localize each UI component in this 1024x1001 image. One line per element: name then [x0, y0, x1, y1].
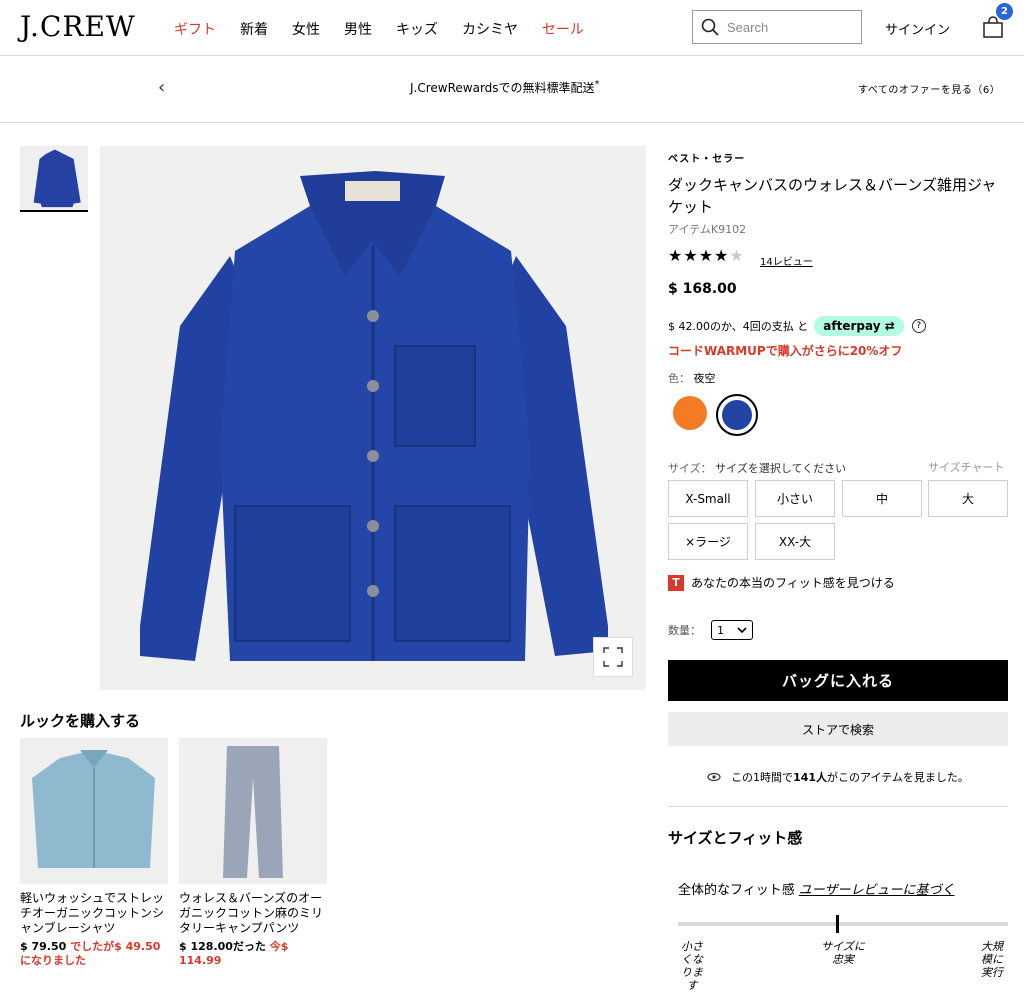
viewed-count: 141人 [793, 771, 828, 784]
search-input[interactable]: Search [727, 20, 768, 35]
afterpay-info: $ 42.00のか、4回の支払 と afterpay ⇄ ? [668, 316, 926, 336]
jacket-thumbnail-image [33, 149, 81, 208]
viewed-count-info: この1時間で 141人 がこのアイテムを見ました。 [668, 769, 1008, 785]
look-item-shirt[interactable]: 軽いウォッシュでストレッチオーガニックコットンシャンブレーシャツ $ 79.50… [20, 738, 168, 968]
color-swatch-navy[interactable] [722, 400, 752, 430]
look-item-image[interactable] [20, 738, 168, 884]
afterpay-logo[interactable]: afterpay ⇄ [814, 316, 904, 336]
star-rating[interactable]: ★★★★★ [668, 246, 745, 265]
chevron-left-icon[interactable]: ‹ [158, 77, 165, 98]
help-icon[interactable]: ? [911, 319, 926, 333]
look-item-price-was: $ 79.50 [20, 940, 67, 953]
pants-image [223, 746, 283, 878]
reviews-link[interactable]: 14レビュー [760, 253, 813, 268]
nav-item-new[interactable]: 新着 [240, 19, 268, 39]
user-reviews-link[interactable]: ユーザーレビューに基づく [799, 883, 955, 898]
nav-item-men[interactable]: 男性 [344, 19, 372, 39]
size-fit-title: サイズとフィット感 [668, 829, 803, 847]
expand-icon [603, 647, 623, 667]
look-item-price: $ 128.00だった 今$ 114.99 [179, 940, 327, 968]
nav-item-cashmere[interactable]: カシミヤ [462, 19, 518, 39]
star-icon: ★ [683, 246, 699, 265]
overall-fit-label: 全体的なフィット感 [678, 883, 795, 898]
quantity-row: 数量： 1 [668, 620, 753, 640]
afterpay-text: $ 42.00のか、4回の支払 と [668, 320, 809, 333]
all-offers-link[interactable]: すべてのオファーを見る（6） [858, 81, 1000, 96]
search-icon [701, 18, 719, 36]
quantity-label: 数量： [668, 624, 701, 637]
promo-message[interactable]: J.CrewRewardsでの無料標準配送* [410, 79, 600, 96]
size-button-xl[interactable]: ×ラージ [668, 523, 748, 560]
look-item-name[interactable]: 軽いウォッシュでストレッチオーガニックコットンシャンブレーシャツ [20, 891, 168, 936]
quantity-select[interactable]: 1 [711, 620, 753, 640]
main-nav: ギフト 新着 女性 男性 キッズ カシミヤ セール [174, 19, 608, 39]
divider [668, 806, 1008, 807]
size-button-s[interactable]: 小さい [755, 480, 835, 517]
fit-label-small: 小さくなります [681, 940, 703, 992]
star-empty-icon: ★ [729, 246, 745, 265]
shirt-image [32, 750, 155, 868]
bestseller-badge: ベスト・セラー [668, 154, 746, 165]
color-swatch-orange[interactable] [673, 396, 707, 430]
fit-finder-text: あなたの本当のフィット感を見つける [691, 576, 895, 590]
star-icon: ★ [668, 246, 684, 265]
top-header: J.CREW ギフト 新着 女性 男性 キッズ カシミヤ セール Search … [0, 0, 1024, 56]
star-icon: ★ [714, 246, 730, 265]
search-box[interactable]: Search [692, 10, 862, 44]
jacket-image [140, 171, 608, 661]
look-item-price-was: $ 128.00だった [179, 940, 266, 953]
logo[interactable]: J.CREW [20, 10, 136, 43]
item-number: アイテムK9102 [668, 223, 747, 236]
look-item-pants[interactable]: ウォレス＆バーンズのオーガニックコットン麻のミリタリーキャンプパンツ $ 128… [179, 738, 327, 968]
nav-item-women[interactable]: 女性 [292, 19, 320, 39]
viewed-pre: この1時間で [731, 771, 794, 784]
expand-image-button[interactable] [593, 637, 633, 677]
promo-bar: ‹ J.CrewRewardsでの無料標準配送* すべてのオファーを見る（6） [0, 57, 1024, 123]
nav-item-sale[interactable]: セール [542, 19, 584, 39]
product-price: $ 168.00 [668, 281, 737, 297]
size-button-m[interactable]: 中 [842, 480, 922, 517]
viewed-post: がこのアイテムを見ました。 [827, 771, 969, 784]
look-item-name[interactable]: ウォレス＆バーンズのオーガニックコットン麻のミリタリーキャンプパンツ [179, 891, 327, 936]
size-button-l[interactable]: 大 [928, 480, 1008, 517]
chevron-down-icon [737, 626, 747, 633]
promo-text: J.CrewRewardsでの無料標準配送 [410, 81, 595, 95]
nav-item-kids[interactable]: キッズ [396, 19, 438, 39]
fit-label-large: 大規模に実行 [981, 940, 1003, 979]
nav-item-gift[interactable]: ギフト [174, 19, 216, 39]
size-chart-link[interactable]: サイズチャート [928, 459, 1005, 475]
star-icon: ★ [698, 246, 715, 265]
eye-icon [707, 772, 721, 782]
bag-count-badge: 2 [996, 3, 1013, 20]
add-to-bag-button[interactable]: バッグに入れる [668, 660, 1008, 701]
size-prompt: サイズを選択してください [715, 462, 847, 475]
quantity-value: 1 [717, 623, 724, 637]
fit-scale-track [678, 922, 1008, 926]
promo-asterisk: * [594, 79, 600, 90]
product-main-image[interactable] [100, 146, 646, 690]
size-button-xs[interactable]: X-Small [668, 480, 748, 517]
size-button-xxl[interactable]: XX-大 [755, 523, 835, 560]
look-item-image[interactable] [179, 738, 327, 884]
fit-scale-marker [836, 915, 839, 933]
look-item-price: $ 79.50 でしたが$ 49.50になりました [20, 940, 168, 968]
size-label: サイズ： サイズを選択してください [668, 462, 847, 475]
fit-finder-link[interactable]: T あなたの本当のフィット感を見つける [668, 574, 895, 591]
product-thumbnail[interactable] [20, 146, 88, 212]
find-in-store-button[interactable]: ストアで検索 [668, 712, 1008, 746]
color-label: 色： 夜空 [668, 372, 716, 385]
product-title: ダックキャンバスのウォレス＆バーンズ雑用ジャケット [668, 176, 997, 216]
overall-fit: 全体的なフィット感 ユーザーレビューに基づく [678, 879, 955, 898]
shop-the-look-title: ルックを購入する [20, 712, 141, 730]
true-fit-icon: T [668, 574, 684, 591]
promo-code: コードWARMUPで購入がさらに20%オフ [668, 344, 903, 358]
color-value: 夜空 [693, 372, 716, 385]
fit-label-true: サイズに忠実 [821, 940, 865, 966]
signin-link[interactable]: サインイン [885, 19, 950, 38]
